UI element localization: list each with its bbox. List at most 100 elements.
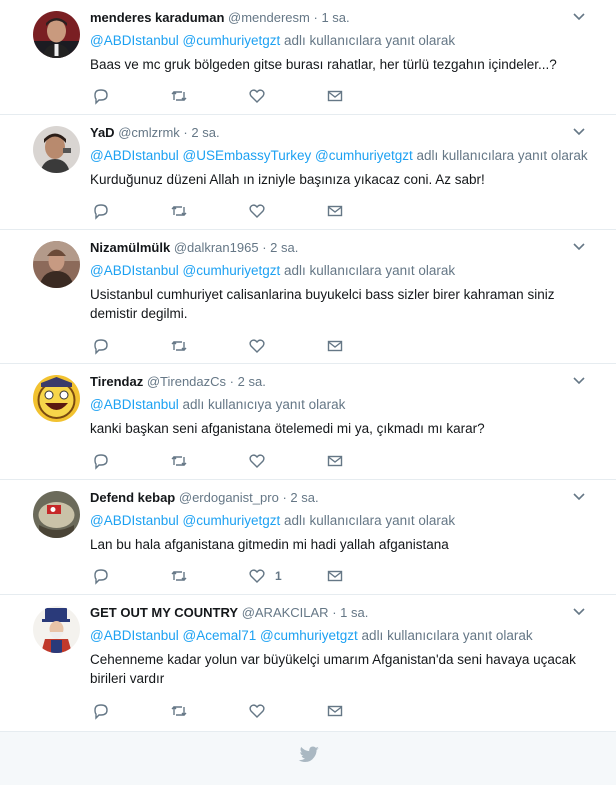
reply-context: @ABDIstanbul @Acemal71 @cumhuriyetgzt ad… bbox=[90, 627, 586, 645]
chevron-down-icon[interactable] bbox=[572, 376, 586, 386]
separator-dot: · bbox=[262, 240, 267, 255]
retweet-icon[interactable] bbox=[170, 567, 188, 585]
envelope-icon[interactable] bbox=[326, 452, 344, 470]
reply-icon[interactable] bbox=[92, 202, 110, 220]
retweet-icon[interactable] bbox=[170, 87, 188, 105]
fullname[interactable]: menderes karaduman bbox=[90, 10, 224, 25]
mention-link[interactable]: @USEmbassyTurkey bbox=[183, 148, 312, 163]
reply-icon[interactable] bbox=[92, 87, 110, 105]
chevron-down-icon[interactable] bbox=[572, 242, 586, 252]
reply-context-text: adlı kullanıcıya yanıt olarak bbox=[182, 397, 346, 412]
tweet-header: menderes karaduman @menderesm · 1 sa. bbox=[90, 9, 586, 27]
timestamp[interactable]: 2 sa. bbox=[270, 240, 298, 255]
tweet-header: Defend kebap @erdoganist_pro · 2 sa. bbox=[90, 489, 586, 507]
retweet-icon[interactable] bbox=[170, 452, 188, 470]
tweet-text: Lan bu hala afganistana gitmedin mi hadi… bbox=[90, 537, 449, 552]
heart-icon[interactable] bbox=[248, 202, 266, 220]
timestamp[interactable]: 2 sa. bbox=[238, 374, 266, 389]
screen-name[interactable]: @cmlzrmk bbox=[118, 125, 180, 140]
envelope-icon[interactable] bbox=[326, 567, 344, 585]
retweet-icon[interactable] bbox=[170, 337, 188, 355]
mention-link[interactable]: @ABDIstanbul bbox=[90, 148, 179, 163]
retweet-icon[interactable] bbox=[170, 202, 188, 220]
timestamp[interactable]: 2 sa. bbox=[290, 490, 318, 505]
timestamp[interactable]: 2 sa. bbox=[191, 125, 219, 140]
tweet[interactable]: Defend kebap @erdoganist_pro · 2 sa. @AB… bbox=[0, 480, 616, 595]
reply-context-text: adlı kullanıcılara yanıt olarak bbox=[284, 33, 456, 48]
avatar[interactable] bbox=[33, 491, 80, 538]
reply-context: @ABDIstanbul @cumhuriyetgzt adlı kullanı… bbox=[90, 262, 586, 280]
timestamp[interactable]: 1 sa. bbox=[340, 605, 368, 620]
mention-link[interactable]: @ABDIstanbul bbox=[90, 33, 179, 48]
mention-link[interactable]: @cumhuriyetgzt bbox=[183, 513, 281, 528]
reply-icon[interactable] bbox=[92, 702, 110, 720]
mention-link[interactable]: @ABDIstanbul bbox=[90, 263, 179, 278]
mention-link[interactable]: @cumhuriyetgzt bbox=[183, 263, 281, 278]
separator-dot: · bbox=[282, 490, 287, 505]
tweet-header: Nizamülmülk @dalkran1965 · 2 sa. bbox=[90, 239, 586, 257]
reply-context: @ABDIstanbul @USEmbassyTurkey @cumhuriye… bbox=[90, 147, 588, 165]
separator-dot: · bbox=[332, 605, 337, 620]
heart-icon[interactable] bbox=[248, 87, 266, 105]
tweet-text: Kurduğunuz düzeni Allah ın izniyle başın… bbox=[90, 172, 485, 187]
chevron-down-icon[interactable] bbox=[572, 127, 586, 137]
envelope-icon[interactable] bbox=[326, 87, 344, 105]
reply-context: @ABDIstanbul @cumhuriyetgzt adlı kullanı… bbox=[90, 32, 586, 50]
heart-icon[interactable] bbox=[248, 452, 266, 470]
avatar[interactable] bbox=[33, 241, 80, 288]
tweet[interactable]: YaD @cmlzrmk · 2 sa. @ABDIstanbul @USEmb… bbox=[0, 115, 616, 230]
fullname[interactable]: Defend kebap bbox=[90, 490, 175, 505]
screen-name[interactable]: @menderesm bbox=[228, 10, 310, 25]
tweet-text: Baas ve mc gruk bölgeden gitse burası ra… bbox=[90, 57, 557, 72]
mention-link[interactable]: @cumhuriyetgzt bbox=[260, 628, 358, 643]
retweet-icon[interactable] bbox=[170, 702, 188, 720]
heart-icon[interactable] bbox=[248, 337, 266, 355]
mention-link[interactable]: @ABDIstanbul bbox=[90, 628, 179, 643]
reply-icon[interactable] bbox=[92, 567, 110, 585]
tweet-header: Tirendaz @TirendazCs · 2 sa. bbox=[90, 373, 586, 391]
tweet-text: Usistanbul cumhuriyet calisanlarina buyu… bbox=[90, 287, 555, 321]
tweet[interactable]: menderes karaduman @menderesm · 1 sa. @A… bbox=[0, 0, 616, 115]
screen-name[interactable]: @dalkran1965 bbox=[174, 240, 259, 255]
reply-icon[interactable] bbox=[92, 337, 110, 355]
separator-dot: · bbox=[229, 374, 234, 389]
mention-link[interactable]: @cumhuriyetgzt bbox=[315, 148, 413, 163]
avatar[interactable] bbox=[33, 126, 80, 173]
screen-name[interactable]: @ARAKCILAR bbox=[242, 605, 329, 620]
avatar[interactable] bbox=[33, 606, 80, 653]
heart-icon[interactable] bbox=[248, 567, 266, 585]
tweet-text: kanki başkan seni afganistana ötelemedi … bbox=[90, 421, 485, 436]
screen-name[interactable]: @TirendazCs bbox=[147, 374, 226, 389]
mention-link[interactable]: @Acemal71 bbox=[183, 628, 257, 643]
envelope-icon[interactable] bbox=[326, 337, 344, 355]
chevron-down-icon[interactable] bbox=[572, 492, 586, 502]
timestamp[interactable]: 1 sa. bbox=[321, 10, 349, 25]
tweet-header: YaD @cmlzrmk · 2 sa. bbox=[90, 124, 586, 142]
fullname[interactable]: Tirendaz bbox=[90, 374, 143, 389]
avatar[interactable] bbox=[33, 375, 80, 422]
reply-icon[interactable] bbox=[92, 452, 110, 470]
mention-link[interactable]: @ABDIstanbul bbox=[90, 397, 179, 412]
fullname[interactable]: Nizamülmülk bbox=[90, 240, 170, 255]
chevron-down-icon[interactable] bbox=[572, 607, 586, 617]
fullname[interactable]: GET OUT MY COUNTRY bbox=[90, 605, 238, 620]
tweet[interactable]: Nizamülmülk @dalkran1965 · 2 sa. @ABDIst… bbox=[0, 230, 616, 364]
heart-icon[interactable] bbox=[248, 702, 266, 720]
timeline-footer bbox=[0, 732, 616, 785]
mention-link[interactable]: @ABDIstanbul bbox=[90, 513, 179, 528]
envelope-icon[interactable] bbox=[326, 202, 344, 220]
fullname[interactable]: YaD bbox=[90, 125, 115, 140]
envelope-icon[interactable] bbox=[326, 702, 344, 720]
screen-name[interactable]: @erdoganist_pro bbox=[179, 490, 279, 505]
reply-context-text: adlı kullanıcılara yanıt olarak bbox=[284, 513, 456, 528]
tweet[interactable]: Tirendaz @TirendazCs · 2 sa. @ABDIstanbu… bbox=[0, 364, 616, 480]
reply-context-text: adlı kullanıcılara yanıt olarak bbox=[284, 263, 456, 278]
mention-link[interactable]: @cumhuriyetgzt bbox=[183, 33, 281, 48]
reply-context-text: adlı kullanıcılara yanıt olarak bbox=[361, 628, 533, 643]
tweet[interactable]: GET OUT MY COUNTRY @ARAKCILAR · 1 sa. @A… bbox=[0, 595, 616, 732]
reply-context-text: adlı kullanıcılara yanıt olarak bbox=[416, 148, 588, 163]
avatar[interactable] bbox=[33, 11, 80, 58]
tweet-text: Cehenneme kadar yolun var büyükelçi umar… bbox=[90, 652, 576, 686]
chevron-down-icon[interactable] bbox=[572, 12, 586, 22]
like-count[interactable]: 1 bbox=[275, 569, 282, 583]
